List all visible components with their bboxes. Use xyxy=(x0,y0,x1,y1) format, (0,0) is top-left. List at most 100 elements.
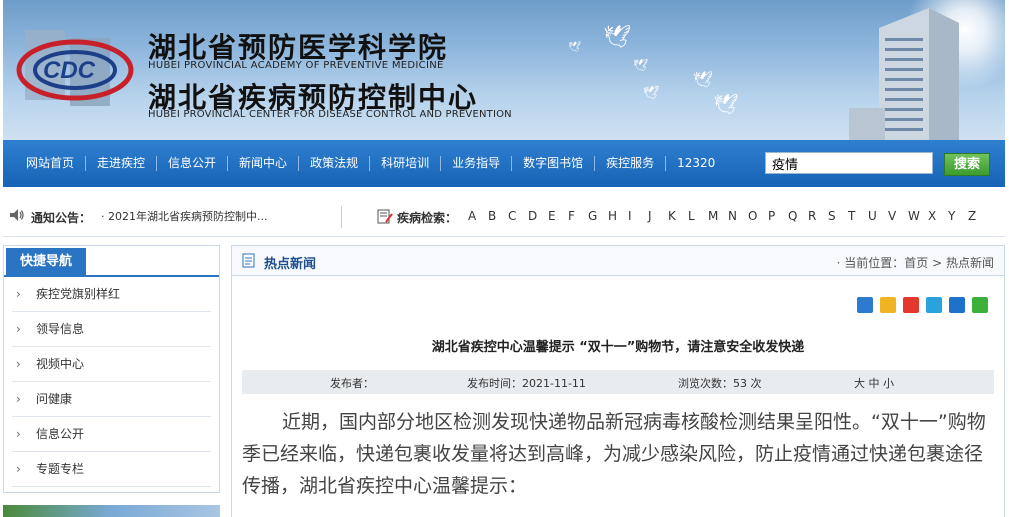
section-title: 热点新闻 xyxy=(264,257,317,272)
letter-link[interactable]: M xyxy=(708,209,728,223)
sidebar-item-video[interactable]: › 视频中心 xyxy=(12,347,211,382)
disease-search-icon xyxy=(377,209,393,224)
chevron-right-icon: › xyxy=(16,357,21,371)
letter-index: A B C D E F G H I J K L M N O P Q R S T … xyxy=(468,209,988,223)
dove-icon: 🕊 xyxy=(633,58,649,72)
nav-item-guidance[interactable]: 业务指导 xyxy=(440,156,511,171)
article-meta: 发布者： 发布时间：2021-11-11 浏览次数：53 次 大 中 小 xyxy=(242,370,994,394)
share-toolbar xyxy=(850,297,988,313)
letter-link[interactable]: E xyxy=(548,209,568,223)
nav-item-info-public[interactable]: 信息公开 xyxy=(156,156,227,171)
sidebar-item-label: 问健康 xyxy=(36,392,73,406)
renren-icon[interactable] xyxy=(949,297,965,313)
academy-title-en: HUBEI PROVINCIAL ACADEMY OF PREVENTIVE M… xyxy=(148,60,444,71)
main-panel-header: 热点新闻 · 当前位置：首页 > 热点新闻 xyxy=(232,246,1004,276)
letter-link[interactable]: L xyxy=(688,209,708,223)
notice-bar: 通知公告： · 2021年湖北省疾病预防控制中... 疾病检索： A B C D… xyxy=(3,196,1005,237)
publisher: 发布者： xyxy=(330,377,374,390)
chevron-right-icon: › xyxy=(16,322,21,336)
dove-icon: 🕊 xyxy=(603,25,631,50)
main-panel: 热点新闻 · 当前位置：首页 > 热点新闻 湖北省疾控中心温馨提示 “双十一”购… xyxy=(231,245,1005,517)
disease-search-label: 疾病检索： xyxy=(397,211,458,225)
speaker-icon xyxy=(10,209,24,221)
letter-link[interactable]: V xyxy=(888,209,908,223)
cdc-logo-icon: CDC xyxy=(16,30,134,106)
sidebar-item-leaders[interactable]: › 领导信息 xyxy=(12,312,211,347)
document-icon xyxy=(242,253,255,268)
site-banner: CDC 湖北省预防医学科学院 HUBEI PROVINCIAL ACADEMY … xyxy=(3,0,1005,140)
letter-link[interactable]: C xyxy=(508,209,528,223)
sidebar-banner-image[interactable] xyxy=(3,505,220,517)
sidebar-title: 快捷导航 xyxy=(6,248,86,275)
letter-link[interactable]: N xyxy=(728,209,748,223)
search-input[interactable] xyxy=(765,152,933,174)
letter-link[interactable]: R xyxy=(808,209,828,223)
quick-nav-sidebar: 快捷导航 › 疾控党旗别样红 › 领导信息 › 视频中心 › 问健康 › 信息公开 › 专题… xyxy=(3,245,220,493)
letter-link[interactable]: F xyxy=(568,209,588,223)
letter-link[interactable]: W xyxy=(908,209,928,223)
sidebar-item-label: 领导信息 xyxy=(36,322,85,336)
notice-label: 通知公告： xyxy=(31,211,92,225)
qzone-icon[interactable] xyxy=(880,297,896,313)
font-size-switch[interactable]: 大 中 小 xyxy=(854,375,894,391)
share-plus-icon[interactable] xyxy=(857,297,873,313)
tencent-weibo-icon[interactable] xyxy=(926,297,942,313)
letter-link[interactable]: Z xyxy=(968,209,988,223)
letter-link[interactable]: Y xyxy=(948,209,968,223)
letter-link[interactable]: T xyxy=(848,209,868,223)
chevron-right-icon: › xyxy=(16,427,21,441)
letter-link[interactable]: S xyxy=(828,209,848,223)
sidebar-item-topics[interactable]: › 专题专栏 xyxy=(12,452,211,487)
chevron-right-icon: › xyxy=(16,287,21,301)
search-button[interactable]: 搜索 xyxy=(944,153,990,176)
sidebar-header: 快捷导航 xyxy=(4,246,219,277)
letter-link[interactable]: O xyxy=(748,209,768,223)
main-nav: 网站首页 走进疾控 信息公开 新闻中心 政策法规 科研培训 业务指导 数字图书馆… xyxy=(3,140,1005,187)
sidebar-item-party[interactable]: › 疾控党旗别样红 xyxy=(12,277,211,312)
sidebar-item-ask-health[interactable]: › 问健康 xyxy=(12,382,211,417)
wechat-icon[interactable] xyxy=(972,297,988,313)
dove-icon: 🕊 xyxy=(713,92,739,116)
letter-link[interactable]: J xyxy=(648,209,668,223)
letter-link[interactable]: B xyxy=(488,209,508,223)
letter-link[interactable]: P xyxy=(768,209,788,223)
svg-text:CDC: CDC xyxy=(43,57,96,84)
nav-item-library[interactable]: 数字图书馆 xyxy=(511,156,594,171)
letter-link[interactable]: U xyxy=(868,209,888,223)
nav-item-news[interactable]: 新闻中心 xyxy=(227,156,298,171)
nav-item-research[interactable]: 科研培训 xyxy=(369,156,440,171)
letter-link[interactable]: Q xyxy=(788,209,808,223)
sidebar-item-label: 视频中心 xyxy=(36,357,85,371)
letter-link[interactable]: X xyxy=(928,209,948,223)
sidebar-item-label: 疾控党旗别样红 xyxy=(36,287,121,301)
weibo-icon[interactable] xyxy=(903,297,919,313)
nav-item-about[interactable]: 走进疾控 xyxy=(85,156,156,171)
dove-icon: 🕊 xyxy=(643,86,660,101)
dove-icon: 🕊 xyxy=(693,70,714,89)
nav-item-services[interactable]: 疾控服务 xyxy=(594,156,665,171)
letter-link[interactable]: I xyxy=(628,209,648,223)
article-title: 湖北省疾控中心温馨提示 “双十一”购物节，请注意安全收发快递 xyxy=(431,340,805,355)
dove-icon: 🕊 xyxy=(568,42,581,53)
divider xyxy=(341,206,342,228)
letter-link[interactable]: H xyxy=(608,209,628,223)
nav-item-hotline[interactable]: 12320 xyxy=(665,156,726,171)
letter-link[interactable]: K xyxy=(668,209,688,223)
cdc-title-en: HUBEI PROVINCIAL CENTER FOR DISEASE CONT… xyxy=(148,109,512,120)
sidebar-item-label: 信息公开 xyxy=(36,427,85,441)
publish-date: 发布时间：2021-11-11 xyxy=(467,377,586,390)
letter-link[interactable]: A xyxy=(468,209,488,223)
view-count: 浏览次数：53 次 xyxy=(678,377,762,390)
notice-link[interactable]: · 2021年湖北省疾病预防控制中... xyxy=(101,208,267,224)
breadcrumb[interactable]: · 当前位置：首页 > 热点新闻 xyxy=(837,254,994,271)
building-icon xyxy=(849,8,959,140)
chevron-right-icon: › xyxy=(16,462,21,476)
letter-link[interactable]: G xyxy=(588,209,608,223)
sidebar-item-label: 专题专栏 xyxy=(36,462,85,476)
chevron-right-icon: › xyxy=(16,392,21,406)
nav-item-home[interactable]: 网站首页 xyxy=(15,156,85,171)
nav-item-policy[interactable]: 政策法规 xyxy=(298,156,369,171)
sidebar-item-info-public[interactable]: › 信息公开 xyxy=(12,417,211,452)
letter-link[interactable]: D xyxy=(528,209,548,223)
article-body: 近期，国内部分地区检测发现快递物品新冠病毒核酸检测结果呈阳性。“双十一”购物季已… xyxy=(242,411,986,497)
